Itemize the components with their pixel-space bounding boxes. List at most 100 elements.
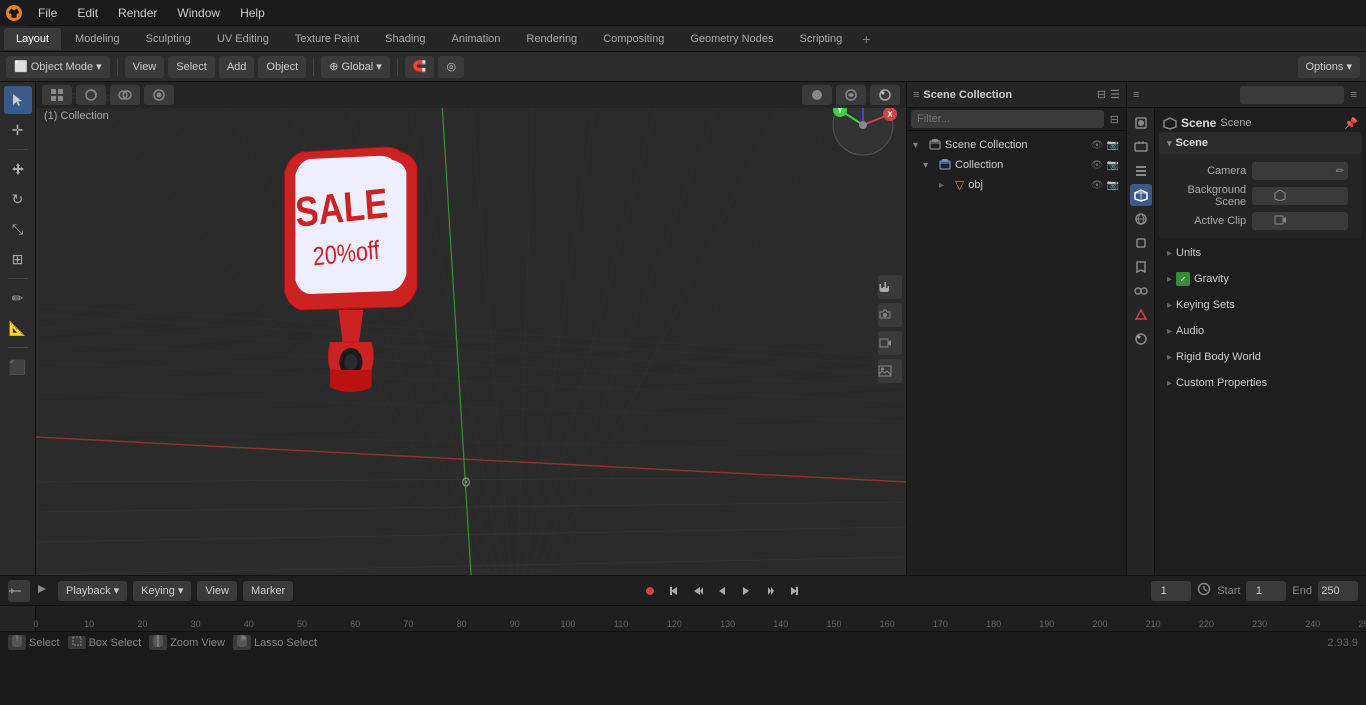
- prop-constraints-icon[interactable]: [1130, 280, 1152, 302]
- mode-selector[interactable]: ⬜ Object Mode ▾: [6, 56, 110, 78]
- eye-icon-collection[interactable]: 👁: [1090, 158, 1104, 172]
- audio-collapse-row[interactable]: ▸ Audio: [1159, 320, 1362, 342]
- properties-filter-icon[interactable]: ≡: [1348, 89, 1360, 101]
- rotate-tool-btn[interactable]: ↻: [4, 185, 32, 213]
- tab-layout[interactable]: Layout: [4, 28, 61, 50]
- prop-world-icon[interactable]: [1130, 208, 1152, 230]
- properties-search-input[interactable]: [1240, 86, 1344, 104]
- prop-output-icon[interactable]: [1130, 136, 1152, 158]
- vp-movie-tool[interactable]: [878, 331, 902, 355]
- vp-camera-tool[interactable]: [878, 303, 902, 327]
- view-menu[interactable]: View: [125, 56, 165, 78]
- camera-edit-icon[interactable]: ✏: [1336, 166, 1344, 177]
- vp-view-shading-btn[interactable]: [76, 85, 106, 105]
- active-clip-icon[interactable]: [1274, 214, 1286, 229]
- prop-scene-icon[interactable]: [1130, 184, 1152, 206]
- marker-btn[interactable]: Marker: [243, 581, 293, 601]
- eye-icon-obj[interactable]: 👁: [1090, 178, 1104, 192]
- scene-section-header[interactable]: ▾ Scene: [1159, 132, 1362, 154]
- move-tool-btn[interactable]: [4, 155, 32, 183]
- eye-icon-scene-collection[interactable]: 👁: [1090, 138, 1104, 152]
- playback-btn[interactable]: Playback ▾: [58, 581, 127, 601]
- prop-render-icon[interactable]: [1130, 112, 1152, 134]
- ruler-content[interactable]: 0102030405060708090100110120130140150160…: [36, 606, 1366, 631]
- select-tool-btn[interactable]: [4, 86, 32, 114]
- outliner-item-obj[interactable]: ▸ ▽ obj 👁 📷: [907, 175, 1126, 195]
- scale-tool-btn[interactable]: ⤡: [4, 215, 32, 243]
- options-btn[interactable]: Options ▾: [1298, 56, 1361, 78]
- measure-tool-btn[interactable]: 📐: [4, 314, 32, 342]
- filter-icon[interactable]: ⊟: [1097, 88, 1106, 101]
- vp-overlay-btn[interactable]: [110, 85, 140, 105]
- keying-btn[interactable]: Keying ▾: [133, 581, 191, 601]
- cursor-tool-btn[interactable]: ✛: [4, 116, 32, 144]
- vp-editor-type-btn[interactable]: [42, 85, 72, 105]
- vp-hand-tool[interactable]: [878, 275, 902, 299]
- render-icon-collection[interactable]: 📷: [1106, 158, 1120, 172]
- vp-xray-btn[interactable]: [144, 85, 174, 105]
- end-frame-input[interactable]: [1318, 581, 1358, 601]
- add-primitive-btn[interactable]: ⬛: [4, 353, 32, 381]
- add-menu[interactable]: Add: [219, 56, 255, 78]
- step-back-btn[interactable]: [688, 581, 708, 601]
- annotate-tool-btn[interactable]: ✏: [4, 284, 32, 312]
- transform-selector[interactable]: ⊕ Global ▾: [321, 56, 390, 78]
- viewport[interactable]: SALE 20%off User Perspective (1) Collect…: [36, 82, 906, 575]
- outliner-item-scene-collection[interactable]: ▾ Scene Collection 👁 📷: [907, 135, 1126, 155]
- object-menu[interactable]: Object: [258, 56, 306, 78]
- prop-view-layer-icon[interactable]: [1130, 160, 1152, 182]
- outliner-item-collection[interactable]: ▾ Collection 👁 📷: [907, 155, 1126, 175]
- tab-animation[interactable]: Animation: [440, 28, 513, 50]
- menu-help[interactable]: Help: [230, 0, 275, 25]
- vp-image-tool[interactable]: [878, 359, 902, 383]
- keying-sets-collapse-row[interactable]: ▸ Keying Sets: [1159, 294, 1362, 316]
- background-scene-icon[interactable]: [1274, 189, 1286, 204]
- play-btn[interactable]: [736, 581, 756, 601]
- gravity-collapse-row[interactable]: ▸ ✓ Gravity: [1159, 268, 1362, 290]
- prop-modifiers-icon[interactable]: [1130, 256, 1152, 278]
- timeline-view-btn[interactable]: View: [197, 581, 237, 601]
- render-icon-scene-collection[interactable]: 📷: [1106, 138, 1120, 152]
- timeline-editor-type-btn[interactable]: [8, 580, 30, 602]
- jump-start-btn[interactable]: [664, 581, 684, 601]
- outliner-search-input[interactable]: [911, 110, 1104, 128]
- custom-properties-collapse-row[interactable]: ▸ Custom Properties: [1159, 372, 1362, 394]
- menu-render[interactable]: Render: [108, 0, 167, 25]
- rigid-body-world-collapse-row[interactable]: ▸ Rigid Body World: [1159, 346, 1362, 368]
- vp-shading-material-btn[interactable]: [836, 85, 866, 105]
- tab-modeling[interactable]: Modeling: [63, 28, 132, 50]
- gravity-checkbox[interactable]: ✓: [1176, 272, 1190, 286]
- proportional-edit-btn[interactable]: ◎: [438, 56, 464, 78]
- tab-scripting[interactable]: Scripting: [787, 28, 854, 50]
- prop-data-icon[interactable]: [1130, 304, 1152, 326]
- menu-window[interactable]: Window: [167, 0, 230, 25]
- tab-uv-editing[interactable]: UV Editing: [205, 28, 281, 50]
- tab-geometry-nodes[interactable]: Geometry Nodes: [678, 28, 785, 50]
- tab-compositing[interactable]: Compositing: [591, 28, 676, 50]
- scene-pin-icon[interactable]: 📌: [1344, 117, 1358, 130]
- step-forward-btn[interactable]: [760, 581, 780, 601]
- menu-file[interactable]: File: [28, 0, 67, 25]
- tab-sculpting[interactable]: Sculpting: [134, 28, 203, 50]
- vp-shading-rendered-btn[interactable]: [870, 85, 900, 105]
- prop-material-icon[interactable]: [1130, 328, 1152, 350]
- start-frame-input[interactable]: [1246, 581, 1286, 601]
- tab-texture-paint[interactable]: Texture Paint: [283, 28, 371, 50]
- filter-toggle-icon[interactable]: ⊟: [1107, 110, 1122, 128]
- jump-end-btn[interactable]: [784, 581, 804, 601]
- tab-rendering[interactable]: Rendering: [514, 28, 589, 50]
- transform-tool-btn[interactable]: ⊞: [4, 245, 32, 273]
- vp-shading-solid-btn[interactable]: [802, 85, 832, 105]
- current-frame-input[interactable]: [1151, 581, 1191, 601]
- select-menu[interactable]: Select: [168, 56, 215, 78]
- tab-shading[interactable]: Shading: [373, 28, 437, 50]
- prop-object-icon[interactable]: [1130, 232, 1152, 254]
- snap-btn[interactable]: 🧲: [405, 56, 435, 78]
- play-backward-btn[interactable]: [712, 581, 732, 601]
- add-workspace-btn[interactable]: +: [856, 29, 876, 49]
- units-collapse-row[interactable]: ▸ Units: [1159, 242, 1362, 264]
- display-mode-icon[interactable]: ☰: [1110, 88, 1120, 101]
- menu-edit[interactable]: Edit: [67, 0, 108, 25]
- record-btn[interactable]: [640, 581, 660, 601]
- render-icon-obj[interactable]: 📷: [1106, 178, 1120, 192]
